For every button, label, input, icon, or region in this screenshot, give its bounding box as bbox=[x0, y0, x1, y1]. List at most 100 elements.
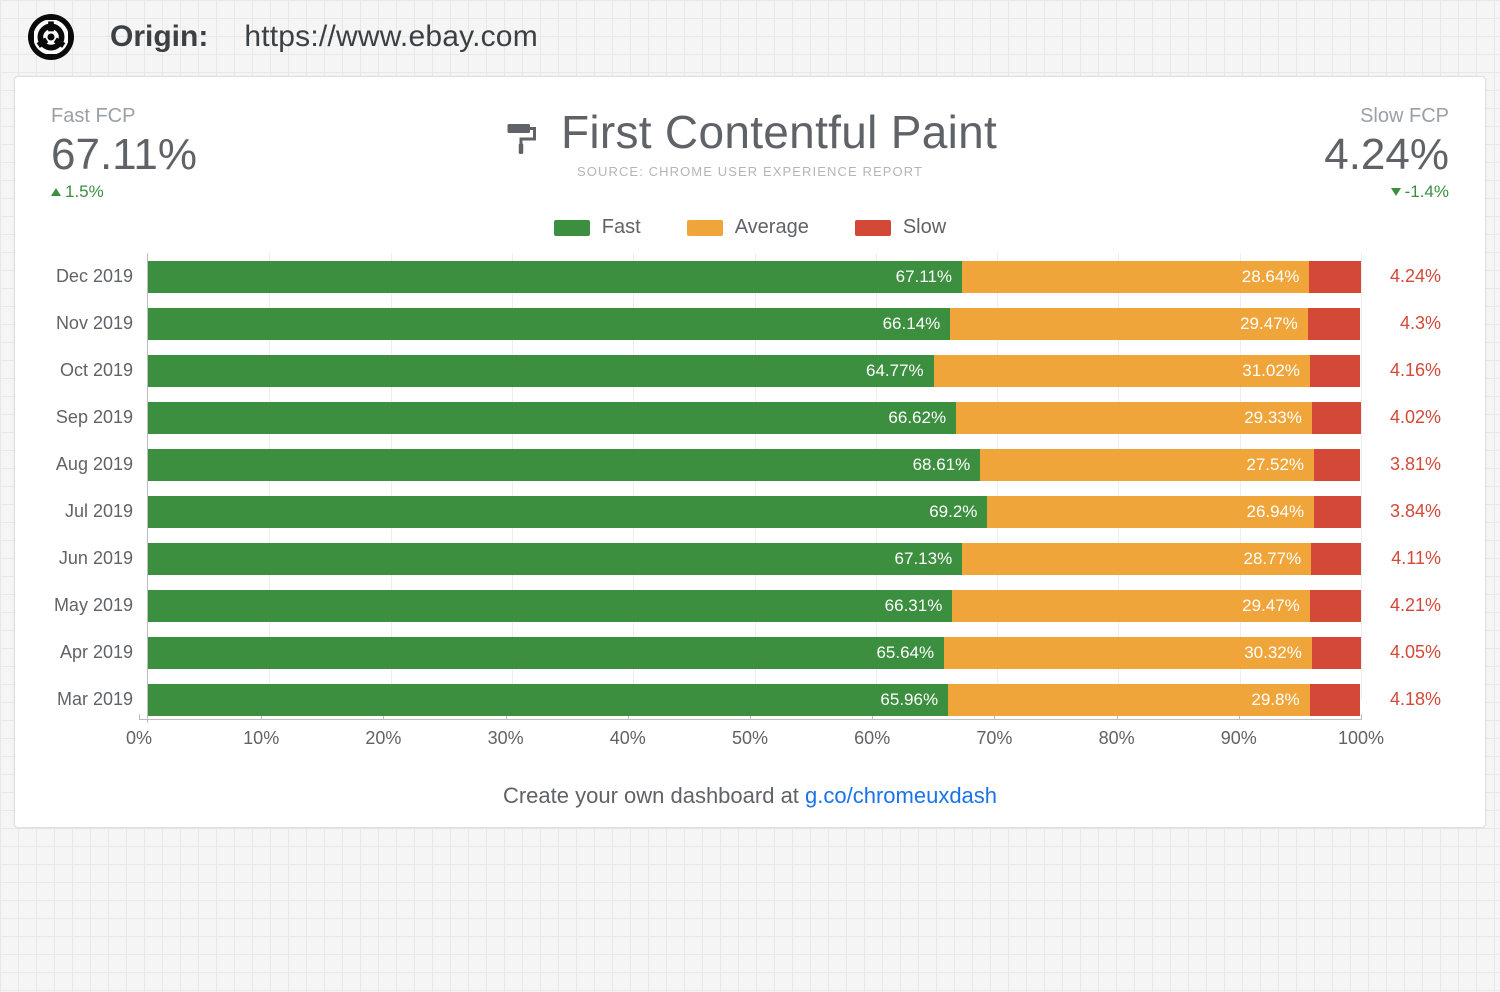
y-axis-label: Mar 2019 bbox=[51, 676, 133, 723]
chart-legend: Fast Average Slow bbox=[43, 216, 1457, 239]
table-row: 64.77%31.02% bbox=[148, 347, 1361, 394]
slow-value-label: 4.24% bbox=[1369, 253, 1457, 300]
dashboard-header: Origin: https://www.ebay.com bbox=[14, 10, 1486, 76]
stacked-bar: 66.31%29.47% bbox=[148, 590, 1361, 622]
x-axis-tick-label: 90% bbox=[1221, 728, 1257, 749]
bar-segment-fast: 65.64% bbox=[148, 637, 944, 669]
bar-segment-average: 26.94% bbox=[987, 496, 1314, 528]
stacked-bar: 66.62%29.33% bbox=[148, 402, 1361, 434]
paint-roller-icon bbox=[503, 114, 539, 150]
slow-value-label: 3.84% bbox=[1369, 488, 1457, 535]
y-axis-label: Sep 2019 bbox=[51, 394, 133, 441]
slow-value-label: 4.18% bbox=[1369, 676, 1457, 723]
bar-segment-average: 29.47% bbox=[950, 308, 1307, 340]
bar-segment-average: 29.8% bbox=[948, 684, 1309, 716]
stacked-bar-chart: Dec 2019Nov 2019Oct 2019Sep 2019Aug 2019… bbox=[43, 253, 1457, 723]
x-axis-tick-label: 60% bbox=[854, 728, 890, 749]
table-row: 67.13%28.77% bbox=[148, 535, 1361, 582]
footer-text: Create your own dashboard at g.co/chrome… bbox=[43, 783, 1457, 809]
y-axis-label: Apr 2019 bbox=[51, 629, 133, 676]
bar-segment-slow bbox=[1312, 402, 1361, 434]
x-axis-tick-label: 80% bbox=[1099, 728, 1135, 749]
slow-value-label: 3.81% bbox=[1369, 441, 1457, 488]
fast-fcp-delta: 1.5% bbox=[51, 182, 197, 202]
x-axis-tick-label: 40% bbox=[610, 728, 646, 749]
arrow-down-icon bbox=[1391, 188, 1401, 196]
bar-segment-fast: 68.61% bbox=[148, 449, 980, 481]
bar-segment-slow bbox=[1311, 543, 1361, 575]
stacked-bar: 65.96%29.8% bbox=[148, 684, 1361, 716]
bar-segment-slow bbox=[1308, 308, 1360, 340]
chart-subtitle: SOURCE: CHROME USER EXPERIENCE REPORT bbox=[43, 164, 1457, 179]
stacked-bar: 69.2%26.94% bbox=[148, 496, 1361, 528]
x-axis-tick-label: 100% bbox=[1338, 728, 1384, 749]
stacked-bar: 67.13%28.77% bbox=[148, 543, 1361, 575]
bar-segment-slow bbox=[1312, 637, 1361, 669]
slow-value-label: 4.02% bbox=[1369, 394, 1457, 441]
slow-value-label: 4.05% bbox=[1369, 629, 1457, 676]
slow-value-label: 4.16% bbox=[1369, 347, 1457, 394]
bar-segment-fast: 67.11% bbox=[148, 261, 962, 293]
x-axis-tick-label: 70% bbox=[976, 728, 1012, 749]
table-row: 66.14%29.47% bbox=[148, 300, 1361, 347]
x-axis-tick-label: 30% bbox=[488, 728, 524, 749]
chart-title-block: First Contentful Paint SOURCE: CHROME US… bbox=[43, 105, 1457, 179]
legend-swatch-fast bbox=[554, 220, 590, 236]
bar-segment-slow bbox=[1310, 684, 1361, 716]
bar-segment-slow bbox=[1309, 261, 1360, 293]
bar-segment-fast: 66.62% bbox=[148, 402, 956, 434]
bar-segment-fast: 66.14% bbox=[148, 308, 950, 340]
table-row: 65.96%29.8% bbox=[148, 676, 1361, 723]
stacked-bar: 68.61%27.52% bbox=[148, 449, 1361, 481]
chrome-icon bbox=[28, 14, 74, 60]
bar-segment-fast: 64.77% bbox=[148, 355, 934, 387]
legend-swatch-average bbox=[687, 220, 723, 236]
fcp-chart-card: First Contentful Paint SOURCE: CHROME US… bbox=[14, 76, 1486, 828]
bar-segment-fast: 65.96% bbox=[148, 684, 948, 716]
table-row: 66.62%29.33% bbox=[148, 394, 1361, 441]
x-axis-tick-label: 50% bbox=[732, 728, 768, 749]
y-axis-label: May 2019 bbox=[51, 582, 133, 629]
stacked-bar: 67.11%28.64% bbox=[148, 261, 1361, 293]
legend-item-slow: Slow bbox=[855, 216, 946, 239]
stacked-bar: 64.77%31.02% bbox=[148, 355, 1361, 387]
y-axis-label: Oct 2019 bbox=[51, 347, 133, 394]
bar-segment-slow bbox=[1310, 590, 1361, 622]
table-row: 68.61%27.52% bbox=[148, 441, 1361, 488]
bar-segment-slow bbox=[1314, 496, 1361, 528]
table-row: 67.11%28.64% bbox=[148, 253, 1361, 300]
x-axis: 0% 10% 20% 30% 40% 50% 60% 70% 80% 90% 100% bbox=[43, 719, 1457, 759]
origin-label: Origin: bbox=[110, 20, 208, 54]
y-axis-label: Nov 2019 bbox=[51, 300, 133, 347]
table-row: 69.2%26.94% bbox=[148, 488, 1361, 535]
y-axis-label: Dec 2019 bbox=[51, 253, 133, 300]
bar-segment-average: 28.77% bbox=[962, 543, 1311, 575]
bar-segment-average: 30.32% bbox=[944, 637, 1312, 669]
table-row: 66.31%29.47% bbox=[148, 582, 1361, 629]
stacked-bar: 65.64%30.32% bbox=[148, 637, 1361, 669]
bar-segment-average: 31.02% bbox=[934, 355, 1310, 387]
bar-segment-average: 29.47% bbox=[952, 590, 1309, 622]
bar-segment-fast: 69.2% bbox=[148, 496, 987, 528]
bar-segment-average: 28.64% bbox=[962, 261, 1309, 293]
legend-item-average: Average bbox=[687, 216, 809, 239]
chart-title: First Contentful Paint bbox=[561, 105, 997, 159]
x-axis-tick-label: 0% bbox=[126, 728, 152, 749]
footer-link[interactable]: g.co/chromeuxdash bbox=[805, 783, 997, 808]
slow-value-label: 4.21% bbox=[1369, 582, 1457, 629]
table-row: 65.64%30.32% bbox=[148, 629, 1361, 676]
bar-segment-slow bbox=[1314, 449, 1360, 481]
slow-fcp-delta: -1.4% bbox=[1324, 182, 1449, 202]
legend-item-fast: Fast bbox=[554, 216, 641, 239]
y-axis-label: Aug 2019 bbox=[51, 441, 133, 488]
origin-url: https://www.ebay.com bbox=[244, 20, 538, 54]
x-axis-tick-label: 20% bbox=[365, 728, 401, 749]
y-axis-label: Jul 2019 bbox=[51, 488, 133, 535]
x-axis-tick-label: 10% bbox=[243, 728, 279, 749]
bar-segment-average: 27.52% bbox=[980, 449, 1314, 481]
bar-segment-slow bbox=[1310, 355, 1360, 387]
legend-swatch-slow bbox=[855, 220, 891, 236]
bar-segment-fast: 66.31% bbox=[148, 590, 952, 622]
slow-value-label: 4.11% bbox=[1369, 535, 1457, 582]
y-axis-label: Jun 2019 bbox=[51, 535, 133, 582]
